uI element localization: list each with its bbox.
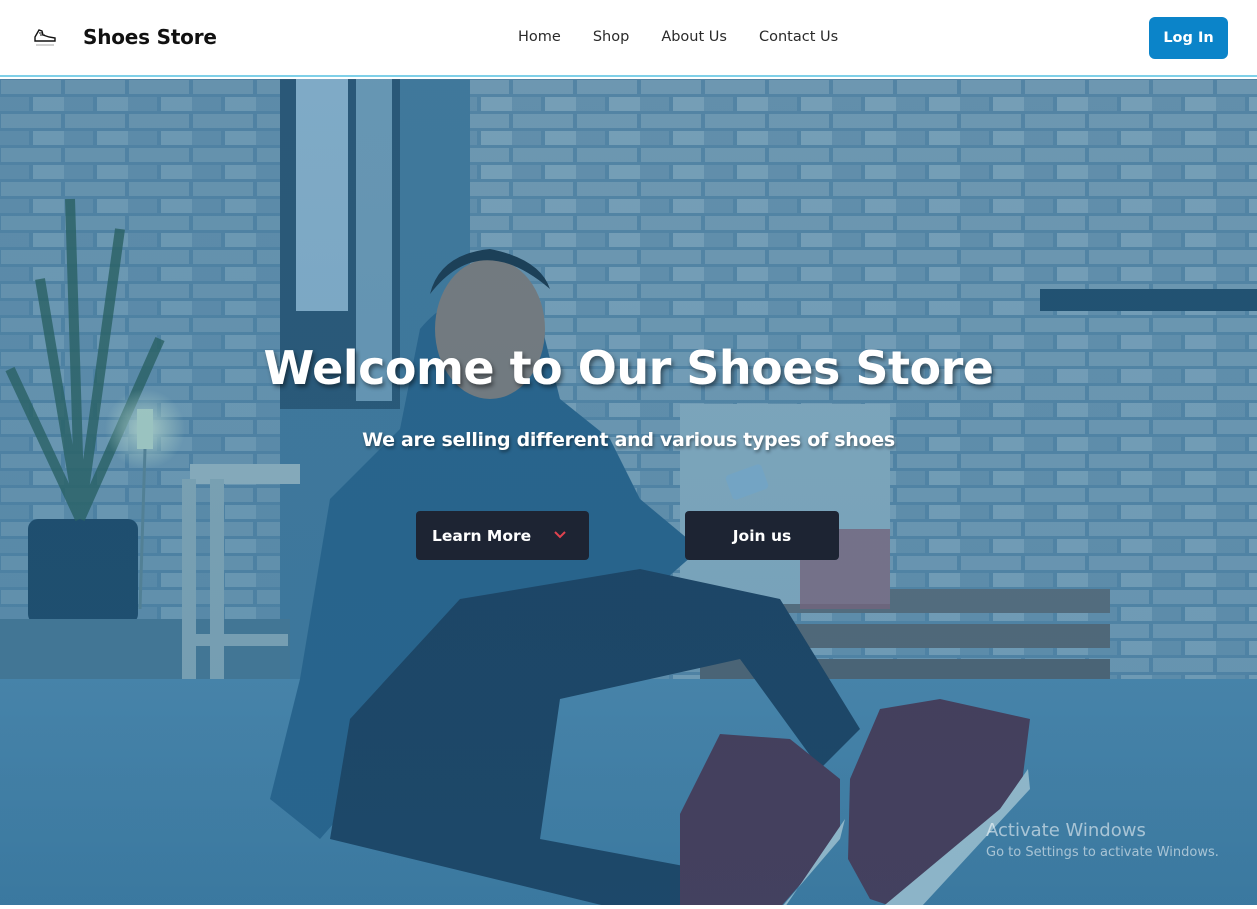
login-button[interactable]: Log In — [1149, 17, 1228, 59]
nav-shop[interactable]: Shop — [593, 29, 629, 45]
watermark-title: Activate Windows — [986, 820, 1146, 841]
nav-home[interactable]: Home — [518, 29, 561, 45]
hero-blue-overlay — [0, 79, 1257, 905]
join-us-button[interactable]: Join us — [685, 511, 839, 560]
main-nav: Home Shop About Us Contact Us — [518, 29, 870, 45]
sneaker-logo-icon[interactable] — [30, 21, 60, 51]
site-header: Shoes Store Home Shop About Us Contact U… — [0, 0, 1257, 77]
nav-about-us[interactable]: About Us — [661, 29, 727, 45]
hero-section: Welcome to Our Shoes Store We are sellin… — [0, 79, 1257, 905]
watermark-subtitle: Go to Settings to activate Windows. — [986, 845, 1219, 860]
learn-more-button[interactable]: Learn More — [416, 511, 589, 560]
nav-contact-us[interactable]: Contact Us — [759, 29, 838, 45]
windows-activation-watermark: Activate Windows Go to Settings to activ… — [986, 820, 1219, 860]
learn-more-label: Learn More — [432, 526, 532, 545]
chevron-down-icon — [554, 531, 566, 539]
bottom-strip — [0, 905, 1257, 909]
hero-subtitle: We are selling different and various typ… — [362, 429, 895, 451]
hero-title: Welcome to Our Shoes Store — [263, 341, 994, 395]
brand-name[interactable]: Shoes Store — [83, 25, 217, 49]
